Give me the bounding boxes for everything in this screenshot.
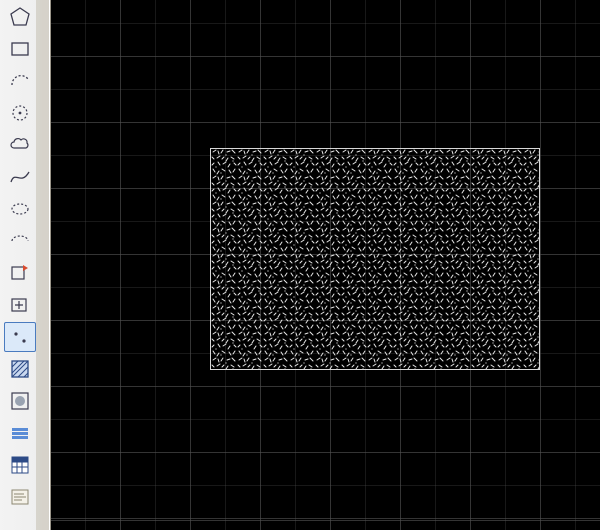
region-tool[interactable] xyxy=(4,418,36,448)
rectangle-icon xyxy=(9,38,31,60)
hatch-icon xyxy=(9,358,31,380)
point-tool[interactable] xyxy=(4,322,36,352)
table-icon xyxy=(9,454,31,476)
arc-tool[interactable] xyxy=(4,66,36,96)
mtext-icon xyxy=(9,486,31,508)
app-root xyxy=(0,0,600,530)
make-block-icon xyxy=(9,294,31,316)
make-block-tool[interactable] xyxy=(4,290,36,320)
ellipse-arc-tool[interactable] xyxy=(4,226,36,256)
hatch-tool[interactable] xyxy=(4,354,36,384)
circle-icon xyxy=(9,102,31,124)
ellipse-icon xyxy=(9,198,31,220)
rectangle-tool[interactable] xyxy=(4,34,36,64)
table-tool[interactable] xyxy=(4,450,36,480)
arc-icon xyxy=(9,70,31,92)
region-icon xyxy=(9,422,31,444)
point-icon xyxy=(9,326,31,348)
draw-toolbar xyxy=(0,0,51,530)
ellipse-tool[interactable] xyxy=(4,194,36,224)
gradient-icon xyxy=(9,390,31,412)
block-icon xyxy=(9,262,31,284)
polygon-tool[interactable] xyxy=(4,2,36,32)
revcloud-icon xyxy=(9,134,31,156)
revcloud-tool[interactable] xyxy=(4,130,36,160)
polygon-icon xyxy=(9,6,31,28)
circle-tool[interactable] xyxy=(4,98,36,128)
drawing-canvas[interactable] xyxy=(0,0,600,530)
mtext-tool[interactable] xyxy=(4,482,36,512)
spline-icon xyxy=(9,166,31,188)
ellipse-arc-icon xyxy=(9,230,31,252)
hatched-rectangle[interactable] xyxy=(210,148,540,370)
gradient-tool[interactable] xyxy=(4,386,36,416)
spline-tool[interactable] xyxy=(4,162,36,192)
block-tool[interactable] xyxy=(4,258,36,288)
